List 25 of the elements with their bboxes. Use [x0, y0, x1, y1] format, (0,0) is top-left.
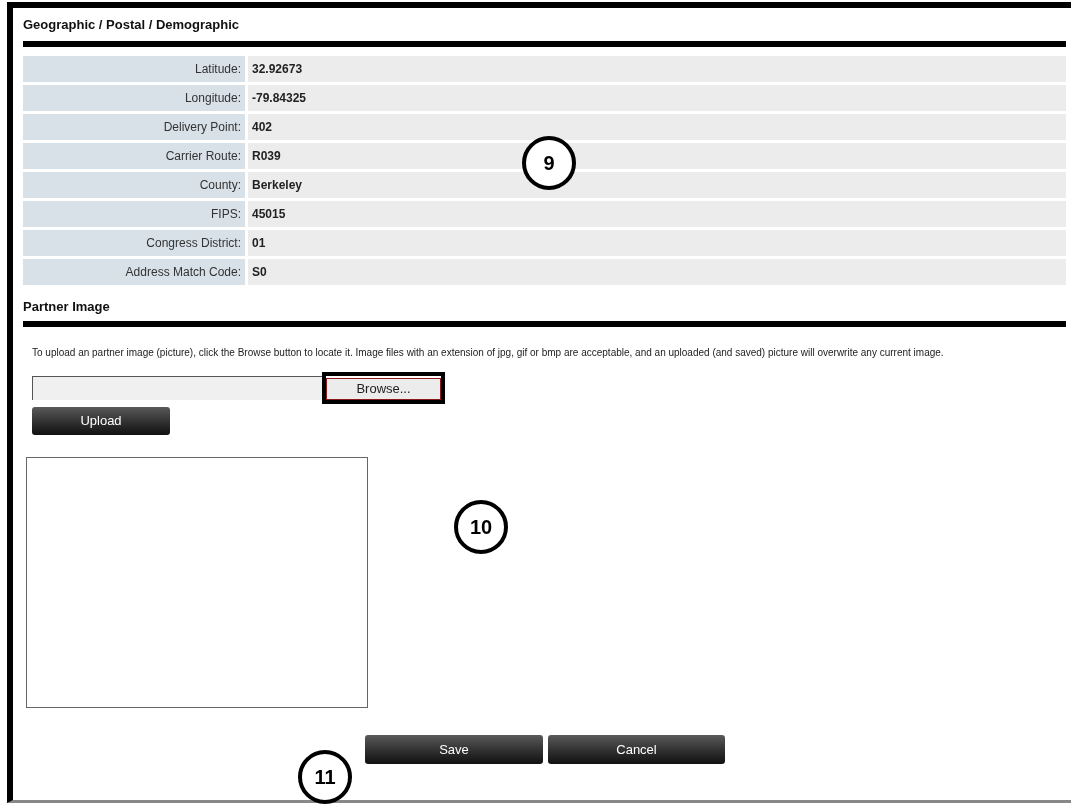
instruction-text: To upload an partner image (picture), click the Browse button to locate it. Image files with an extension of jpg, gif or bmp are acceptable, and an uploaded (and saved) picture will overwrite any current image.: [31, 346, 945, 360]
section-title: Partner Image: [23, 298, 111, 316]
field-value: 402: [248, 114, 1066, 140]
callout-number: 10: [454, 500, 508, 554]
field-label: Congress District:: [23, 230, 245, 256]
section-title: Geographic / Postal / Demographic: [23, 16, 240, 34]
field-value: Berkeley: [248, 172, 1066, 198]
field-value: -79.84325: [248, 85, 1066, 111]
field-label: Address Match Code:: [23, 259, 245, 285]
save-button[interactable]: Save: [365, 735, 543, 764]
field-value: 45015: [248, 201, 1066, 227]
file-path-field[interactable]: [32, 376, 322, 400]
cancel-button[interactable]: Cancel: [548, 735, 725, 764]
field-value: 32.92673: [248, 56, 1066, 82]
callout-number: 11: [298, 750, 352, 804]
field-label: Latitude:: [23, 56, 245, 82]
field-value: S0: [248, 259, 1066, 285]
field-label: County:: [23, 172, 245, 198]
field-label: FIPS:: [23, 201, 245, 227]
field-label: Longitude:: [23, 85, 245, 111]
browse-button[interactable]: Browse...: [326, 377, 441, 400]
field-value: 01: [248, 230, 1066, 256]
upload-button[interactable]: Upload: [32, 407, 170, 435]
field-label: Delivery Point:: [23, 114, 245, 140]
field-label: Carrier Route:: [23, 143, 245, 169]
